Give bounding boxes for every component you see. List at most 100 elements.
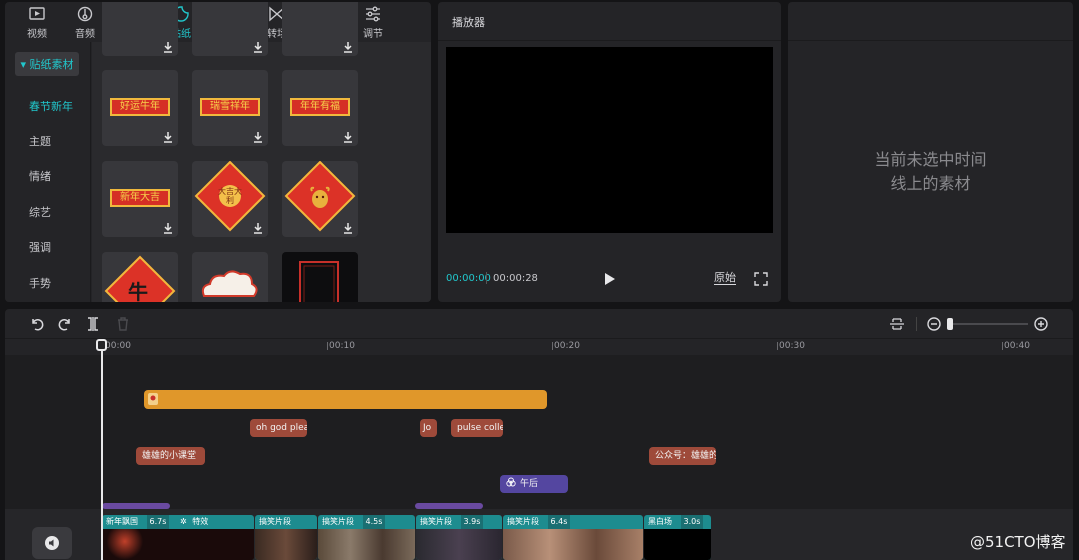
tab-label: 调节: [363, 28, 383, 40]
sticker-item[interactable]: [282, 2, 358, 56]
sticker-banner-text: 好运牛年: [110, 98, 170, 116]
video-icon: [29, 6, 45, 20]
video-thumbnail: [416, 529, 502, 560]
video-clip[interactable]: 搞笑片段 3.9s: [416, 515, 502, 560]
text-clip[interactable]: pulse collec: [451, 419, 503, 437]
video-clip-duration: 3.9s: [460, 515, 484, 529]
text-clip[interactable]: oh god pleas: [250, 419, 307, 437]
delete-icon[interactable]: [115, 316, 131, 332]
video-thumbnail: [318, 529, 415, 560]
ruler-label: 00:10: [329, 341, 355, 351]
sticker-item[interactable]: 大吉大利: [192, 161, 268, 237]
sidebar-item-gesture[interactable]: 手势: [29, 275, 51, 291]
sticker-item[interactable]: 年年有福: [282, 70, 358, 146]
timeline-tracks[interactable]: oh god pleas Jo pulse collec 雄雄的小课堂 公众号：…: [5, 355, 1073, 560]
video-thumbnail: [503, 529, 643, 560]
sidebar-item-emphasis[interactable]: 强调: [29, 239, 51, 255]
ox-icon: [310, 186, 330, 208]
track-audio-toggle[interactable]: [32, 527, 72, 559]
video-clip-name: 黑白场: [648, 517, 672, 526]
timeline-panel: 00:00 00:10 00:20 00:30 00:40 oh god ple…: [5, 309, 1073, 560]
play-icon[interactable]: [604, 272, 616, 286]
download-icon: [164, 132, 172, 143]
split-icon[interactable]: [85, 316, 101, 332]
category-header[interactable]: ▾ 贴纸素材: [15, 52, 79, 76]
zoom-in-icon[interactable]: [1033, 316, 1049, 332]
video-clip[interactable]: 搞笑片段 6.4s: [503, 515, 643, 560]
text-clip[interactable]: 雄雄的小课堂: [136, 447, 205, 465]
audio-icon: [77, 6, 93, 21]
video-clip-header: 搞笑片段 4.5s: [318, 515, 415, 529]
video-clip[interactable]: 黑白场 3.0s: [644, 515, 711, 560]
video-clip[interactable]: 新年飘国 6.7s ✲ 特效: [102, 515, 254, 560]
sidebar-item-emotion[interactable]: 情绪: [29, 168, 51, 184]
timeline-toolbar: [5, 309, 1073, 339]
sticker-item[interactable]: 牛: [102, 252, 178, 302]
sticker-item[interactable]: [192, 252, 268, 302]
undo-icon[interactable]: [29, 316, 45, 332]
sticker-item[interactable]: [282, 252, 358, 302]
zoom-out-icon[interactable]: [926, 316, 942, 332]
player-panel: 播放器 00:00:00 00:00:28 原始: [438, 2, 781, 302]
video-clip-header: 新年飘国 6.7s ✲ 特效: [102, 515, 254, 529]
video-clip[interactable]: 搞笑片段 4.5s: [318, 515, 415, 560]
playhead-handle[interactable]: [96, 339, 107, 351]
empty-message-line: 线上的素材: [890, 174, 971, 193]
cloud-icon: [201, 270, 258, 297]
sidebar-item-spring-festival[interactable]: 春节新年: [29, 98, 73, 114]
sticker-banner-text: 新年大吉: [110, 189, 170, 207]
sticker-item[interactable]: [282, 161, 358, 237]
sticker-grid: 好运牛年 瑞雪祥年 年年有福 新年大吉 大吉大利 牛: [92, 2, 431, 302]
playhead-line[interactable]: [101, 343, 103, 560]
text-clip[interactable]: 公众号：雄雄的小: [649, 447, 716, 465]
video-clip-duration: 4.5s: [362, 515, 386, 529]
video-clip-effect: 特效: [192, 517, 209, 526]
player-title: 播放器: [452, 16, 485, 29]
video-thumbnail: [255, 529, 317, 560]
sticker-thumb-icon: [148, 393, 158, 405]
ruler-tick: [1002, 342, 1003, 350]
magnet-snap-icon[interactable]: [889, 316, 905, 332]
video-preview[interactable]: [446, 47, 773, 233]
download-icon: [254, 132, 262, 143]
video-clip[interactable]: 搞笑片段: [255, 515, 317, 560]
sidebar-item-variety[interactable]: 综艺: [29, 204, 51, 220]
sticker-banner-text: 瑞雪祥年: [200, 98, 260, 116]
adjust-icon: [366, 6, 380, 21]
current-time: 00:00:00: [446, 273, 491, 284]
effect-clip[interactable]: 午后: [500, 475, 568, 493]
zoom-slider-thumb[interactable]: [947, 318, 953, 330]
zoom-slider-track[interactable]: [950, 323, 1028, 325]
category-sidebar: ▾ 贴纸素材 春节新年 主题 情绪 综艺 强调 手势: [5, 42, 91, 302]
video-thumbnail: [644, 529, 711, 560]
tab-video[interactable]: 视频: [13, 2, 61, 42]
sticker-item[interactable]: [192, 2, 268, 56]
video-clip-header: 搞笑片段 6.4s: [503, 515, 643, 529]
video-clip-header: 黑白场 3.0s: [644, 515, 711, 529]
effect-clip-label: 午后: [520, 479, 539, 489]
video-clip-header: 搞笑片段: [255, 515, 317, 529]
sidebar-item-theme[interactable]: 主题: [29, 133, 51, 149]
redo-icon[interactable]: [57, 316, 73, 332]
sticker-track-clip[interactable]: [144, 390, 547, 409]
sticker-item[interactable]: 好运牛年: [102, 70, 178, 146]
download-icon: [344, 223, 352, 234]
download-icon: [164, 223, 172, 234]
sticker-item[interactable]: 瑞雪祥年: [192, 70, 268, 146]
text-clip[interactable]: Jo: [420, 419, 437, 437]
sticker-item[interactable]: 新年大吉: [102, 161, 178, 237]
video-clip-name: 新年飘国: [106, 517, 138, 526]
download-icon: [164, 42, 172, 53]
sticker-banner-text: 年年有福: [290, 98, 350, 116]
sticker-item[interactable]: [102, 2, 178, 56]
effect-badge-icon: ✲: [179, 517, 187, 526]
ruler-label: 00:20: [554, 341, 580, 351]
ruler-tick: [777, 342, 778, 350]
original-ratio-button[interactable]: 原始: [714, 271, 736, 285]
time-separator: [486, 272, 487, 284]
video-clip-name: 搞笑片段: [507, 517, 539, 526]
timeline-ruler[interactable]: 00:00 00:10 00:20 00:30 00:40: [5, 339, 1073, 355]
tab-label: 视频: [27, 28, 47, 40]
fullscreen-icon[interactable]: [754, 272, 768, 286]
properties-panel: 当前未选中时间 线上的素材: [788, 2, 1073, 302]
